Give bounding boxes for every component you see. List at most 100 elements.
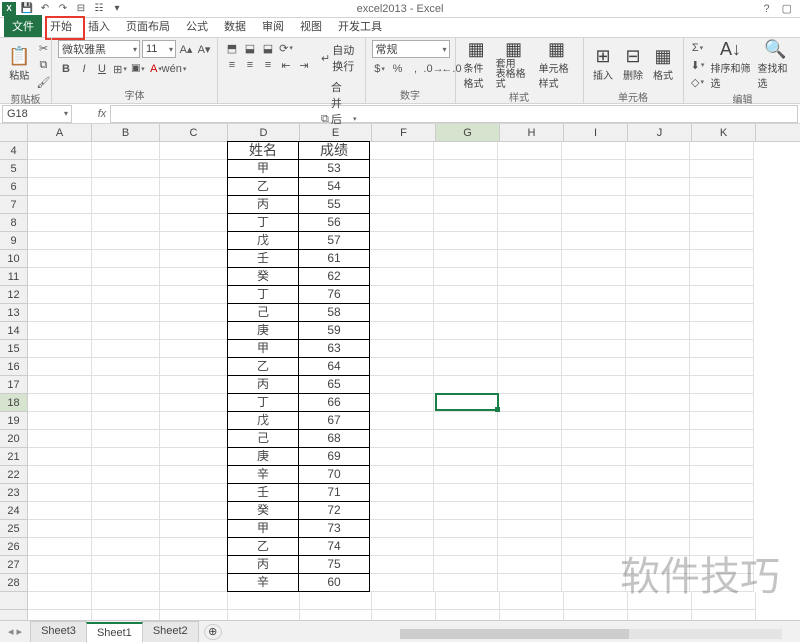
cell-D5[interactable]: 甲 (227, 159, 299, 178)
cell-J23[interactable] (626, 484, 690, 502)
cell-A25[interactable] (28, 520, 92, 538)
cell-K28[interactable] (690, 574, 754, 592)
accounting-icon[interactable]: $ (372, 61, 388, 77)
cell-F25[interactable] (370, 520, 434, 538)
cell-I5[interactable] (562, 160, 626, 178)
cell-A18[interactable] (28, 394, 92, 412)
cell-G7[interactable] (434, 196, 498, 214)
cell-G10[interactable] (434, 250, 498, 268)
cell-B18[interactable] (92, 394, 160, 412)
conditional-format-button[interactable]: ▦条件格式 (462, 40, 491, 88)
cell-F19[interactable] (370, 412, 434, 430)
cell-C12[interactable] (160, 286, 228, 304)
cell-D14[interactable]: 庚 (227, 321, 299, 340)
cell-A9[interactable] (28, 232, 92, 250)
format-table-button[interactable]: ▦套用 表格格式 (494, 40, 534, 88)
cell-I10[interactable] (562, 250, 626, 268)
cell-B14[interactable] (92, 322, 160, 340)
cell-J4[interactable] (626, 142, 690, 160)
row-header-23[interactable]: 23 (0, 484, 27, 502)
tab-插入[interactable]: 插入 (80, 15, 118, 37)
cell-D7[interactable]: 丙 (227, 195, 299, 214)
tab-file[interactable]: 文件 (4, 15, 42, 37)
cell-G20[interactable] (434, 430, 498, 448)
align-right-icon[interactable]: ≡ (260, 57, 276, 73)
row-header-28[interactable]: 28 (0, 574, 27, 592)
cell-C5[interactable] (160, 160, 228, 178)
cell-E10[interactable]: 61 (298, 249, 370, 268)
cell-J30[interactable] (628, 610, 692, 620)
cell-B15[interactable] (92, 340, 160, 358)
row-header-12[interactable]: 12 (0, 286, 27, 304)
cell-D17[interactable]: 丙 (227, 375, 299, 394)
cell-H22[interactable] (498, 466, 562, 484)
cell-E17[interactable]: 65 (298, 375, 370, 394)
cell-D27[interactable]: 丙 (227, 555, 299, 574)
cell-E7[interactable]: 55 (298, 195, 370, 214)
cell-B10[interactable] (92, 250, 160, 268)
cell-C11[interactable] (160, 268, 228, 286)
cell-C16[interactable] (160, 358, 228, 376)
cell-J28[interactable] (626, 574, 690, 592)
cell-E4[interactable]: 成绩 (298, 141, 370, 160)
cell-D11[interactable]: 癸 (227, 267, 299, 286)
cell-E13[interactable]: 58 (298, 303, 370, 322)
col-header-B[interactable]: B (92, 124, 160, 141)
cell-J6[interactable] (626, 178, 690, 196)
decrease-font-icon[interactable]: A▾ (196, 41, 212, 57)
cell-I15[interactable] (562, 340, 626, 358)
cell-F12[interactable] (370, 286, 434, 304)
cell-H21[interactable] (498, 448, 562, 466)
cell-F17[interactable] (370, 376, 434, 394)
row-header-4[interactable]: 4 (0, 142, 27, 160)
cell-D26[interactable]: 乙 (227, 537, 299, 556)
fx-icon[interactable]: fx (94, 108, 110, 120)
indent-inc-icon[interactable]: ⇥ (296, 57, 312, 73)
cell-J7[interactable] (626, 196, 690, 214)
cell-B26[interactable] (92, 538, 160, 556)
cell-B12[interactable] (92, 286, 160, 304)
cell-J12[interactable] (626, 286, 690, 304)
col-header-I[interactable]: I (564, 124, 628, 141)
cell-D20[interactable]: 己 (227, 429, 299, 448)
cell-A28[interactable] (28, 574, 92, 592)
cell-D21[interactable]: 庚 (227, 447, 299, 466)
cell-I18[interactable] (562, 394, 626, 412)
cell-C23[interactable] (160, 484, 228, 502)
cell-K7[interactable] (690, 196, 754, 214)
cell-C10[interactable] (160, 250, 228, 268)
cell-B21[interactable] (92, 448, 160, 466)
cell-A29[interactable] (28, 592, 92, 610)
cells-area[interactable]: 姓名成绩甲53乙54丙55丁56戊57壬61癸62丁76己58庚59甲63乙64… (28, 142, 800, 620)
cell-H6[interactable] (498, 178, 562, 196)
cell-D16[interactable]: 乙 (227, 357, 299, 376)
format-painter-icon[interactable]: 🖌 (35, 74, 51, 90)
cell-H18[interactable] (498, 394, 562, 412)
sheet-nav[interactable]: ◂▸ (0, 625, 30, 638)
cell-I26[interactable] (562, 538, 626, 556)
cell-J24[interactable] (626, 502, 690, 520)
cell-B30[interactable] (92, 610, 160, 620)
col-header-H[interactable]: H (500, 124, 564, 141)
cell-B6[interactable] (92, 178, 160, 196)
cell-G29[interactable] (436, 592, 500, 610)
cell-I4[interactable] (562, 142, 626, 160)
cell-D6[interactable]: 乙 (227, 177, 299, 196)
cell-G24[interactable] (434, 502, 498, 520)
cell-C14[interactable] (160, 322, 228, 340)
cell-G30[interactable] (436, 610, 500, 620)
cell-K23[interactable] (690, 484, 754, 502)
cell-A19[interactable] (28, 412, 92, 430)
cell-A21[interactable] (28, 448, 92, 466)
row-header-5[interactable]: 5 (0, 160, 27, 178)
row-header-15[interactable]: 15 (0, 340, 27, 358)
align-bottom-icon[interactable]: ⬓ (260, 40, 276, 56)
italic-button[interactable]: I (76, 61, 92, 77)
cell-F5[interactable] (370, 160, 434, 178)
horizontal-scrollbar[interactable] (400, 626, 782, 642)
phonetic-icon[interactable]: wén (166, 61, 182, 77)
cell-I9[interactable] (562, 232, 626, 250)
cell-C18[interactable] (160, 394, 228, 412)
cell-E15[interactable]: 63 (298, 339, 370, 358)
cell-G4[interactable] (434, 142, 498, 160)
